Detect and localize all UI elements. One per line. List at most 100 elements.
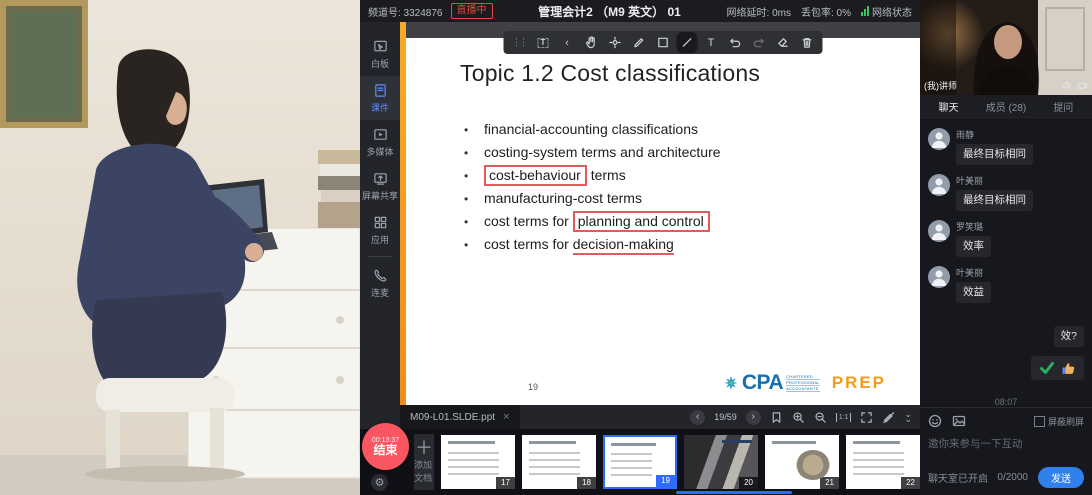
collapse-panel-icon[interactable]: ⌄⌄ (904, 412, 912, 422)
message-text: 最终目标相同 (956, 144, 1033, 165)
undo-icon[interactable] (728, 35, 743, 50)
laser-pointer-icon[interactable] (608, 35, 623, 50)
image-icon[interactable] (952, 414, 966, 428)
slide-bullet-list: •financial-accounting classifications •c… (464, 122, 721, 263)
tab-members[interactable]: 成员 (28) (977, 95, 1034, 117)
sidebar-item-multimedia[interactable]: 多媒体 (360, 120, 400, 164)
text-tool-icon[interactable]: T (704, 35, 719, 50)
textbox-tool-icon[interactable]: T (536, 35, 551, 50)
reaction-bubble (1031, 356, 1084, 380)
fullscreen-icon[interactable] (860, 411, 873, 424)
sidebar-divider (368, 256, 392, 257)
chat-message-own (928, 356, 1084, 380)
sidebar-item-apps[interactable]: 应用 (360, 208, 400, 252)
sender-name: 叶美丽 (956, 174, 983, 187)
network-latency: 网络延时: 0ms (727, 4, 791, 19)
trash-icon[interactable] (800, 35, 815, 50)
red-annotation-box: planning and control (573, 211, 710, 232)
settings-gear-button[interactable]: ⚙ (371, 474, 388, 491)
sidebar-item-whiteboard[interactable]: 白板 (360, 32, 400, 76)
send-button[interactable]: 发送 (1038, 467, 1084, 488)
annotation-toggle-icon[interactable] (882, 411, 895, 424)
slide-thumbnail-18[interactable]: 18 (522, 435, 596, 489)
collapse-toolbar-icon[interactable]: ‹ (560, 35, 575, 50)
message-text: 效益 (956, 282, 991, 303)
chat-timestamp: 08:07 (928, 397, 1084, 407)
tab-chat[interactable]: 聊天 (920, 95, 977, 117)
thumbs-up-icon (1061, 361, 1076, 376)
chat-input-placeholder[interactable]: 邀你来参与一下互动 (928, 436, 1084, 451)
tool-sidebar: 白板 课件 多媒体 屏幕共享 应用 连麦 (360, 22, 400, 405)
slide-thumbnail-21[interactable]: 21 (765, 435, 839, 489)
message-text: 效? (1054, 326, 1084, 347)
page-indicator: 19/59 (714, 412, 737, 422)
message-text: 效率 (956, 236, 991, 257)
actual-size-icon[interactable]: 1:1 (836, 413, 852, 422)
camera-icon[interactable] (1077, 80, 1088, 91)
zoom-in-icon[interactable] (792, 411, 805, 424)
toolbar-drag-handle[interactable]: ⋮⋮ (512, 35, 527, 50)
slide-thumbnail-17[interactable]: 17 (441, 435, 515, 489)
channel-number: 频道号: 3324876 (368, 4, 443, 19)
avatar (928, 128, 950, 150)
network-status-label: 网络状态 (872, 4, 912, 19)
end-class-button[interactable]: 00:13:37 结束 (362, 423, 409, 470)
tab-questions[interactable]: 提问 (1035, 95, 1092, 117)
pen-tool-icon[interactable] (632, 35, 647, 50)
eraser-icon[interactable] (776, 35, 791, 50)
avatar (928, 174, 950, 196)
student-webcam-video (0, 0, 360, 495)
rectangle-tool-icon[interactable] (656, 35, 671, 50)
chatroom-status: 聊天室已开启 (928, 470, 988, 485)
block-spam-checkbox[interactable] (1034, 416, 1045, 427)
phone-icon (373, 268, 388, 283)
document-tab-bar: M09-L01.SLDE.ppt × ‹ 19/59 › 1:1 ⌄⌄ (360, 405, 920, 429)
close-icon[interactable]: × (503, 411, 509, 423)
hand-tool-icon[interactable] (584, 35, 599, 50)
thumbnail-scrollbar[interactable] (676, 491, 792, 494)
annotation-toolbar: ⋮⋮ T ‹ T (504, 31, 823, 54)
network-signal-icon (861, 6, 869, 16)
bullet-item: •cost-behaviour terms (464, 168, 721, 183)
course-title: 管理会计2 （M9 英文） 01 (493, 3, 727, 20)
thumbnail-strip: ＋ 添加文档 17 18 19 20 21 22 (360, 429, 920, 495)
slide-title: Topic 1.2 Cost classifications (460, 60, 760, 87)
bullet-item: •financial-accounting classifications (464, 122, 721, 137)
apps-icon (373, 215, 388, 230)
chat-message: 叶美丽效益 (928, 266, 1084, 303)
check-icon (1039, 360, 1055, 376)
whiteboard-icon (373, 39, 388, 54)
classroom-main-panel: 频道号: 3324876 直播中 管理会计2 （M9 英文） 01 网络延时: … (360, 0, 920, 495)
slide-viewport: ⋮⋮ T ‹ T Topic 1.2 Cost classifications … (406, 22, 920, 405)
line-tool-icon[interactable] (680, 35, 695, 50)
prep-logo: PREP (832, 373, 886, 393)
prev-page-button[interactable]: ‹ (690, 410, 705, 425)
add-document-button[interactable]: ＋ 添加文档 (414, 434, 434, 490)
zoom-out-icon[interactable] (814, 411, 827, 424)
slide-logos: CPA CHARTEREDPROFESSIONALACCOUNTANTS PRE… (723, 371, 886, 395)
chat-panel: (我)讲师 聊天 成员 (28) 提问 雨静最终目标相同 叶美丽最终目标相同 罗… (920, 0, 1092, 495)
sidebar-item-call[interactable]: 连麦 (360, 261, 400, 305)
sidebar-item-screenshare[interactable]: 屏幕共享 (360, 164, 400, 208)
document-tab[interactable]: M09-L01.SLDE.ppt × (400, 405, 520, 429)
volume-icon[interactable] (1061, 80, 1072, 91)
slide-controls: ‹ 19/59 › 1:1 ⌄⌄ (690, 410, 920, 425)
chat-message-list[interactable]: 雨静最终目标相同 叶美丽最终目标相同 罗笑璐效率 叶美丽效益 效? 08:07 … (920, 118, 1092, 407)
sidebar-item-courseware[interactable]: 课件 (360, 76, 400, 120)
redo-icon[interactable] (752, 35, 767, 50)
packet-loss: 丢包率: 0% (801, 4, 851, 19)
plus-icon: ＋ (415, 440, 433, 456)
slide-thumbnail-20[interactable]: 20 (684, 435, 758, 489)
screenshare-icon (373, 171, 388, 186)
message-text: 最终目标相同 (956, 190, 1033, 211)
slide-thumbnail-19[interactable]: 19 (603, 435, 677, 489)
bullet-item: •cost terms for decision-making (464, 237, 721, 255)
bullet-item: •costing-system terms and architecture (464, 145, 721, 160)
emoji-icon[interactable] (928, 414, 942, 428)
chat-tabs: 聊天 成员 (28) 提问 (920, 95, 1092, 118)
courseware-icon (373, 83, 388, 98)
slide-thumbnail-22[interactable]: 22 (846, 435, 920, 489)
bookmark-icon[interactable] (770, 411, 783, 424)
next-page-button[interactable]: › (746, 410, 761, 425)
teacher-name-label: (我)讲师 (924, 79, 957, 92)
